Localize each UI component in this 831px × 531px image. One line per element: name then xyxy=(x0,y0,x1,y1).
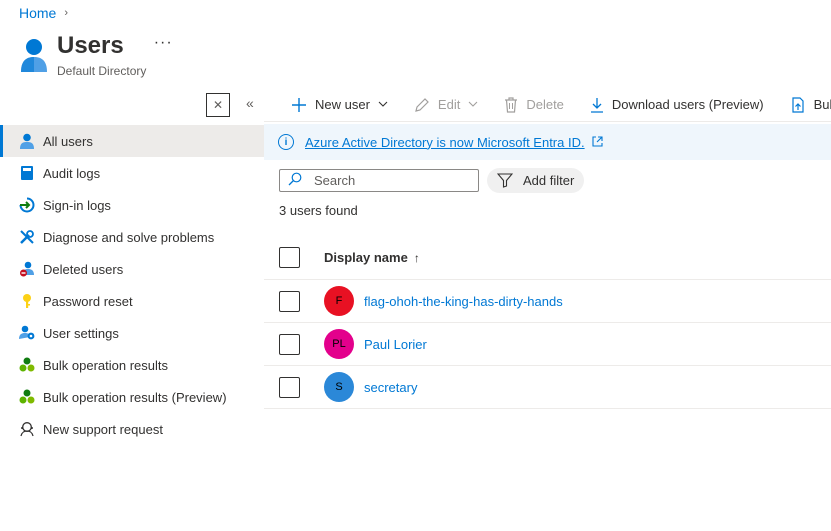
avatar: F xyxy=(324,286,354,316)
page-title: Users xyxy=(57,32,124,59)
sidebar-item-label: Audit logs xyxy=(43,165,101,181)
book-icon xyxy=(18,165,35,182)
sidebar-item-bulk-results-preview[interactable]: Bulk operation results (Preview) xyxy=(0,381,264,413)
user-name-link[interactable]: secretary xyxy=(364,380,417,395)
breadcrumb-home-link[interactable]: Home xyxy=(19,5,56,21)
user-name-link[interactable]: Paul Lorier xyxy=(364,337,427,352)
sidebar-item-label: New support request xyxy=(43,421,163,437)
delete-button[interactable]: Delete xyxy=(504,88,564,121)
bulk-operations-label: Bulk operations xyxy=(813,97,831,112)
table-row: PL Paul Lorier xyxy=(264,323,831,366)
pencil-icon xyxy=(414,97,430,113)
results-count: 3 users found xyxy=(279,203,358,218)
chevron-down-icon xyxy=(468,99,478,110)
sidebar-item-label: Deleted users xyxy=(43,261,124,277)
wrench-icon xyxy=(18,229,35,246)
filter-icon xyxy=(497,173,513,188)
sidebar-item-diagnose[interactable]: Diagnose and solve problems xyxy=(0,221,264,253)
collapse-sidebar-button[interactable]: « xyxy=(246,95,254,111)
users-icon xyxy=(19,38,49,78)
display-name-header-label: Display name xyxy=(324,250,408,265)
sidebar-item-all-users[interactable]: All users xyxy=(0,125,264,157)
plus-icon xyxy=(291,97,307,113)
select-all-checkbox[interactable] xyxy=(279,247,300,268)
search-icon xyxy=(288,172,302,189)
download-icon xyxy=(590,97,604,113)
sidebar-item-password-reset[interactable]: Password reset xyxy=(0,285,264,317)
chevron-right-icon: › xyxy=(64,7,69,19)
deleted-user-icon xyxy=(18,261,35,278)
table-header-row: Display name ↑ xyxy=(264,236,831,280)
bulk-icon xyxy=(18,389,35,406)
sidebar: All users Audit logs Sign-in logs Diagno… xyxy=(0,125,264,445)
sidebar-item-label: Bulk operation results (Preview) xyxy=(43,389,227,405)
info-banner: i Azure Active Directory is now Microsof… xyxy=(264,124,831,160)
user-icon xyxy=(18,133,35,150)
page-header: Users ··· Default Directory xyxy=(19,32,173,78)
sidebar-item-new-support-request[interactable]: New support request xyxy=(0,413,264,445)
download-users-label: Download users (Preview) xyxy=(611,97,764,112)
breadcrumb: Home › xyxy=(19,4,68,22)
row-checkbox[interactable] xyxy=(279,290,300,312)
sidebar-item-label: Password reset xyxy=(43,293,133,309)
table-row: S secretary xyxy=(264,366,831,409)
sidebar-item-user-settings[interactable]: User settings xyxy=(0,317,264,349)
row-checkbox[interactable] xyxy=(279,376,300,398)
new-user-label: New user xyxy=(315,97,370,112)
page-subtitle: Default Directory xyxy=(57,64,147,78)
add-filter-label: Add filter xyxy=(523,173,575,188)
sidebar-item-deleted-users[interactable]: Deleted users xyxy=(0,253,264,285)
entra-rename-link[interactable]: Azure Active Directory is now Microsoft … xyxy=(305,135,585,150)
sidebar-item-label: Sign-in logs xyxy=(43,197,111,213)
sidebar-item-label: User settings xyxy=(43,325,119,341)
add-filter-button[interactable]: Add filter xyxy=(487,168,585,193)
key-icon xyxy=(18,293,35,310)
search-input[interactable] xyxy=(314,173,464,188)
sidebar-item-label: Bulk operation results xyxy=(43,357,169,373)
chevron-down-icon xyxy=(378,99,388,110)
sidebar-item-label: Diagnose and solve problems xyxy=(43,229,215,245)
display-name-column-header[interactable]: Display name ↑ xyxy=(324,250,420,265)
download-users-button[interactable]: Download users (Preview) xyxy=(590,88,764,121)
users-table: Display name ↑ F flag-ohoh-the-king-has-… xyxy=(264,236,831,409)
sign-in-icon xyxy=(18,197,35,214)
command-bar: New user Edit Delete Download users (Pre… xyxy=(264,88,831,122)
external-link-icon xyxy=(592,135,603,150)
bulk-icon xyxy=(18,357,35,374)
sort-ascending-icon: ↑ xyxy=(413,250,420,265)
bulk-upload-icon xyxy=(790,96,806,113)
sidebar-item-sign-in-logs[interactable]: Sign-in logs xyxy=(0,189,264,221)
sidebar-item-audit-logs[interactable]: Audit logs xyxy=(0,157,264,189)
table-row: F flag-ohoh-the-king-has-dirty-hands xyxy=(264,280,831,323)
user-settings-icon xyxy=(18,325,35,342)
bulk-operations-button[interactable]: Bulk operations xyxy=(790,88,831,121)
trash-icon xyxy=(504,96,518,113)
new-user-button[interactable]: New user xyxy=(291,88,388,121)
delete-label: Delete xyxy=(526,97,564,112)
info-icon: i xyxy=(278,134,294,150)
avatar: S xyxy=(324,372,354,402)
sidebar-item-bulk-results[interactable]: Bulk operation results xyxy=(0,349,264,381)
user-name-link[interactable]: flag-ohoh-the-king-has-dirty-hands xyxy=(364,294,563,309)
close-sidebar-button[interactable]: ✕ xyxy=(206,93,230,117)
row-checkbox[interactable] xyxy=(279,333,300,355)
support-icon xyxy=(18,421,35,438)
more-options-button[interactable]: ··· xyxy=(154,34,173,52)
edit-label: Edit xyxy=(437,97,461,112)
search-box xyxy=(279,169,479,192)
sidebar-item-label: All users xyxy=(43,133,93,149)
avatar: PL xyxy=(324,329,354,359)
edit-button[interactable]: Edit xyxy=(414,88,478,121)
